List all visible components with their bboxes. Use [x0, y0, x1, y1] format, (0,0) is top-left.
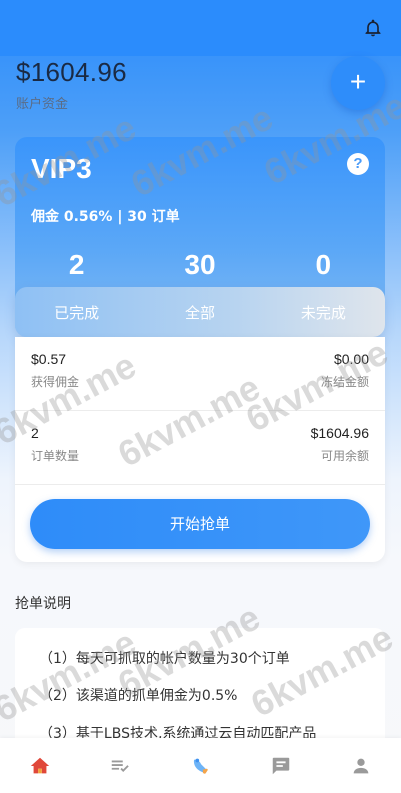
stat-completed-label: 已完成 — [54, 303, 100, 322]
user-icon — [353, 758, 369, 773]
info-row-earnings: $0.57 获得佣金 $0.00 冻结金额 — [15, 337, 385, 411]
stat-pending-label: 未完成 — [300, 303, 346, 322]
order-count-value: 2 — [31, 425, 39, 441]
stat-completed-value: 2 — [68, 249, 85, 280]
note-item: （2）该渠道的抓单佣金为0.5% — [39, 688, 238, 704]
list-check-icon — [112, 760, 130, 772]
vip-commission-summary: 佣金 0.56% | 30 订单 — [31, 209, 180, 225]
frozen-value: $0.00 — [333, 351, 369, 367]
vip-card: VIP3 ? 佣金 0.56% | 30 订单 2 30 0 已完成 全部 未完… — [15, 137, 385, 337]
grab-order-icon — [193, 758, 208, 774]
tab-orders[interactable] — [80, 738, 160, 793]
vip-level: VIP3 — [31, 153, 92, 184]
available-value: $1604.96 — [310, 425, 369, 441]
bottom-tab-bar — [0, 738, 401, 793]
notes-title: 抢单说明 — [15, 596, 71, 612]
info-row-orders: 2 订单数量 $1604.96 可用余额 — [15, 411, 385, 485]
note-item: （1）每天可抓取的帐户数量为30个订单 — [39, 651, 290, 667]
stat-pending-value: 0 — [315, 249, 332, 280]
top-bar — [0, 0, 401, 56]
account-info-card: $0.57 获得佣金 $0.00 冻结金额 2 订单数量 $1604.96 可用… — [15, 337, 385, 562]
tab-home[interactable] — [0, 738, 80, 793]
balance-amount: $1604.96 — [16, 57, 127, 87]
tab-messages[interactable] — [241, 738, 321, 793]
available-label: 可用余额 — [320, 449, 369, 463]
commission-value: $0.57 — [31, 351, 67, 367]
stat-total-value: 30 — [184, 249, 216, 280]
commission-label: 获得佣金 — [31, 375, 80, 389]
bell-icon[interactable] — [363, 17, 383, 39]
notes-card: （1）每天可抓取的帐户数量为30个订单 （2）该渠道的抓单佣金为0.5% （3）… — [15, 628, 385, 748]
frozen-label: 冻结金额 — [320, 375, 369, 389]
home-icon — [30, 757, 50, 773]
order-stats: 2 30 0 — [15, 249, 385, 281]
tab-grab[interactable] — [160, 738, 240, 793]
stat-total-label: 全部 — [184, 303, 215, 322]
tab-profile[interactable] — [321, 738, 401, 793]
balance-label: 账户资金 — [16, 97, 69, 112]
order-count-label: 订单数量 — [31, 449, 80, 463]
order-stats-labels: 已完成 全部 未完成 — [15, 287, 385, 337]
chat-icon — [272, 757, 289, 774]
start-grab-button[interactable]: 开始抢单 — [30, 499, 370, 549]
help-icon[interactable]: ? — [347, 153, 369, 175]
add-button[interactable]: + — [331, 56, 385, 110]
